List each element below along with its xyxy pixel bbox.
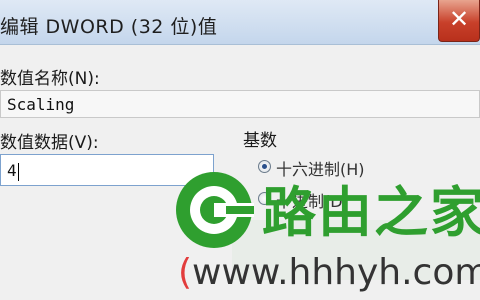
- value-name-label: 数值名称(N):: [0, 69, 100, 89]
- close-button[interactable]: ✕: [438, 0, 480, 42]
- value-name-field[interactable]: Scaling: [0, 90, 480, 118]
- window-title: 编辑 DWORD (32 位)值: [0, 16, 218, 38]
- watermark-url-paren: (: [178, 252, 193, 293]
- watermark-url-text: www.hhhyh.com: [192, 252, 480, 293]
- text-caret: [17, 162, 19, 181]
- value-data-text: 4: [7, 161, 17, 180]
- watermark-brand: 路由之家: [262, 181, 480, 244]
- base-group-title: 基数: [243, 131, 277, 151]
- value-data-label: 数值数据(V):: [0, 133, 99, 153]
- title-bar: 编辑 DWORD (32 位)值 ✕: [0, 0, 480, 45]
- watermark-url: (www.hhhyh.com: [178, 252, 480, 293]
- router-home-logo-icon: [176, 172, 254, 248]
- value-name-text: Scaling: [7, 95, 75, 114]
- close-icon: ✕: [448, 5, 470, 33]
